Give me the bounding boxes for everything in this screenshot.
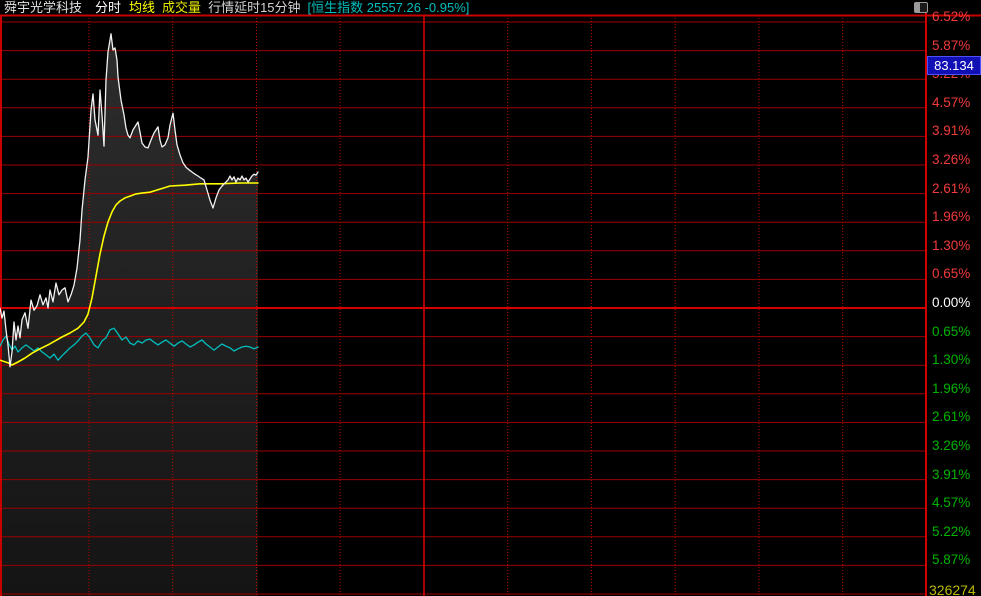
trading-app-screen: 舜宇光学科技 分时 均线 成交量 行情延时15分钟 [恒生指数 25557.26… — [0, 0, 981, 596]
y-axis-label-down: 5.22% — [932, 524, 980, 540]
y-axis-label-up: 0.65% — [932, 266, 980, 282]
index-quote[interactable]: [恒生指数 25557.26 -0.95%] — [308, 0, 470, 15]
intraday-chart[interactable] — [0, 0, 981, 596]
y-axis-label-down: 1.96% — [932, 381, 980, 397]
delay-notice: 行情延时15分钟 — [208, 0, 300, 15]
y-axis-label-up: 4.57% — [932, 95, 980, 111]
toggle-ma-line[interactable]: 均线 — [129, 0, 155, 15]
y-axis-label-up: 3.26% — [932, 152, 980, 168]
header-bar: 舜宇光学科技 分时 均线 成交量 行情延时15分钟 [恒生指数 25557.26… — [0, 0, 981, 15]
y-axis-label-up: 5.87% — [932, 38, 980, 54]
panel-toggle-icon[interactable] — [914, 2, 928, 13]
y-axis-label-down: 1.30% — [932, 352, 980, 368]
y-axis-label-zero: 0.00% — [932, 295, 980, 311]
tab-minute-chart[interactable]: 分时 — [95, 0, 121, 15]
y-axis-label-up: 1.30% — [932, 238, 980, 254]
y-axis-label-up: 1.96% — [932, 209, 980, 225]
toggle-volume[interactable]: 成交量 — [162, 0, 201, 15]
y-axis-label-down: 3.26% — [932, 438, 980, 454]
y-axis-label-up: 2.61% — [932, 181, 980, 197]
y-axis-label-down: 4.57% — [932, 495, 980, 511]
price-area-fill — [0, 34, 258, 596]
panel-toggle-icon-fill — [915, 3, 920, 12]
y-axis-label-up: 3.91% — [932, 123, 980, 139]
y-axis-label-down: 2.61% — [932, 409, 980, 425]
y-axis-label-down: 5.87% — [932, 552, 980, 568]
volume-axis-label: 326274 — [929, 583, 976, 596]
stock-name: 舜宇光学科技 — [4, 0, 82, 15]
y-axis-label-down: 0.65% — [932, 324, 980, 340]
y-axis-label-down: 3.91% — [932, 467, 980, 483]
price-tag: 83.134 — [927, 56, 981, 75]
